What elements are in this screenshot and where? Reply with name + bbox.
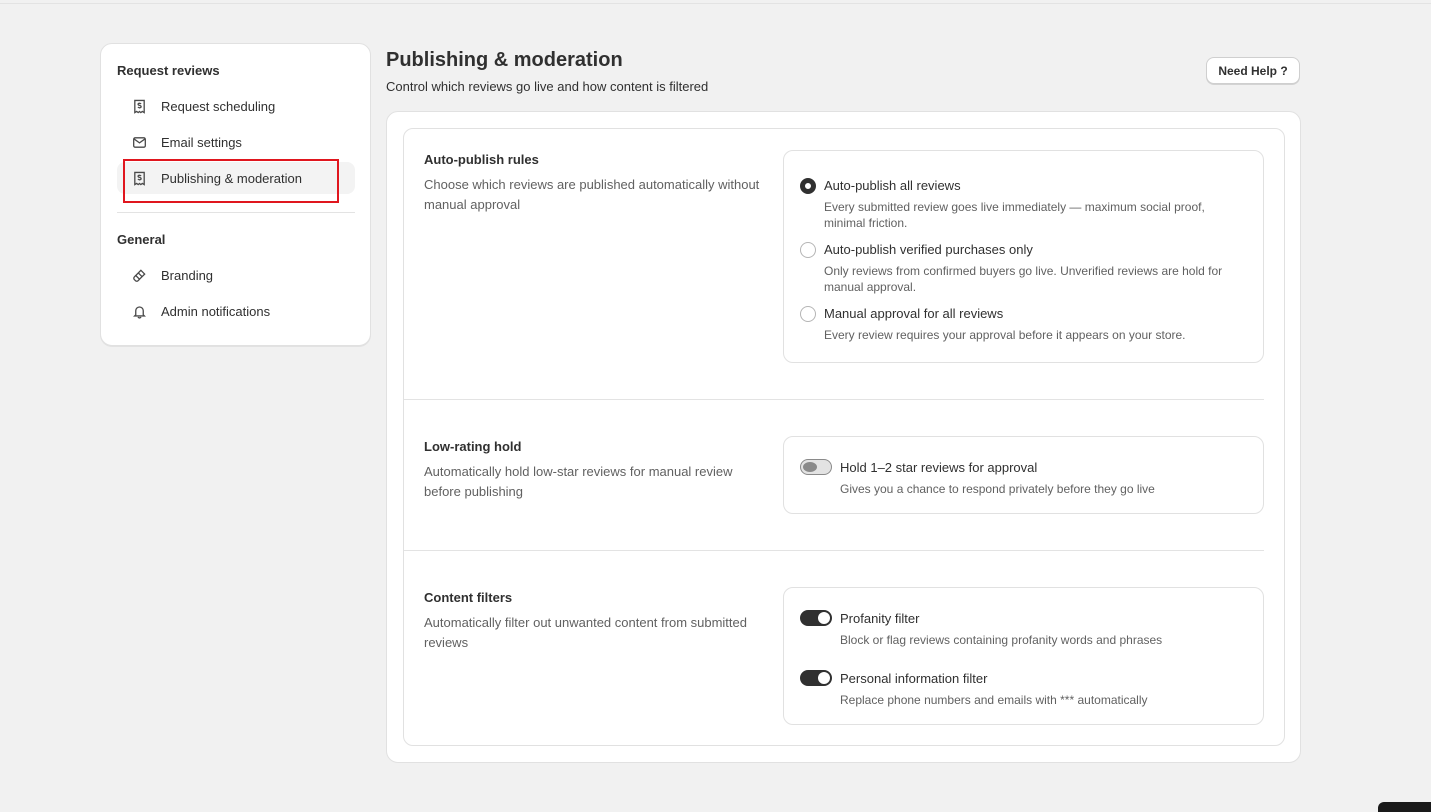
radio-label: Manual approval for all reviews	[824, 306, 1004, 321]
sidebar-divider	[117, 212, 355, 213]
sidebar-group-title-general: General	[117, 232, 166, 247]
receipt-dollar-icon	[131, 170, 147, 186]
personal-info-filter-toggle[interactable]	[800, 670, 832, 686]
sidebar-item-request-scheduling[interactable]: Request scheduling	[117, 90, 355, 122]
section-divider	[404, 550, 1264, 551]
content-filters-options: Profanity filter Block or flag reviews c…	[783, 587, 1264, 725]
radio-button[interactable]	[800, 306, 816, 322]
toggle-label: Personal information filter	[840, 671, 988, 686]
bell-icon	[131, 303, 147, 319]
low-rating-title: Low-rating hold	[424, 439, 522, 454]
radio-help-text: Only reviews from confirmed buyers go li…	[824, 264, 1223, 294]
settings-card: Auto-publish rules Choose which reviews …	[386, 111, 1301, 763]
content-filters-title: Content filters	[424, 590, 513, 605]
sidebar-item-label: Branding	[161, 267, 214, 283]
toggle-help-text: Replace phone numbers and emails with **…	[840, 693, 1148, 707]
auto-publish-options: Auto-publish all reviews Every submitted…	[783, 150, 1264, 363]
receipt-dollar-icon	[131, 98, 147, 114]
radio-label: Auto-publish verified purchases only	[824, 242, 1033, 257]
radio-help-text: Every submitted review goes live immedia…	[824, 200, 1205, 230]
toggle-label: Profanity filter	[840, 611, 920, 626]
content-filters-description: Automatically filter out unwanted conten…	[424, 615, 747, 650]
radio-auto-publish-all[interactable]: Auto-publish all reviews Every submitted…	[800, 178, 1240, 230]
toggle-help-text: Block or flag reviews containing profani…	[840, 633, 1163, 647]
sidebar-item-label: Email settings	[161, 134, 242, 150]
corner-widget-tab[interactable]	[1378, 802, 1431, 812]
sidebar-item-email-settings[interactable]: Email settings	[117, 126, 355, 158]
sidebar-item-publishing-moderation[interactable]: Publishing & moderation	[117, 162, 355, 194]
sidebar-item-label: Admin notifications	[161, 303, 271, 319]
email-icon	[131, 134, 147, 150]
radio-manual-approval[interactable]: Manual approval for all reviews Every re…	[800, 306, 1240, 342]
radio-button-checked[interactable]	[800, 178, 816, 194]
need-help-button[interactable]: Need Help ?	[1206, 57, 1300, 84]
sidebar-item-branding[interactable]: Branding	[117, 259, 355, 291]
sidebar-group-title-request-reviews: Request reviews	[117, 63, 220, 78]
toggle-label: Hold 1–2 star reviews for approval	[840, 460, 1038, 475]
toggle-help-text: Gives you a chance to respond privately …	[840, 482, 1155, 496]
page-subtitle: Control which reviews go live and how co…	[386, 79, 709, 94]
sidebar-item-label: Request scheduling	[161, 98, 276, 114]
paint-brush-icon	[131, 267, 147, 283]
radio-auto-publish-verified[interactable]: Auto-publish verified purchases only Onl…	[800, 242, 1240, 294]
low-rating-description: Automatically hold low-star reviews for …	[424, 464, 733, 499]
hold-low-rating-toggle[interactable]	[800, 459, 832, 475]
sidebar-item-label: Publishing & moderation	[161, 170, 302, 186]
page-title: Publishing & moderation	[386, 49, 623, 71]
sidebar-item-admin-notifications[interactable]: Admin notifications	[117, 295, 355, 327]
profanity-filter-toggle[interactable]	[800, 610, 832, 626]
low-rating-options: Hold 1–2 star reviews for approval Gives…	[783, 436, 1264, 514]
auto-publish-title: Auto-publish rules	[424, 152, 539, 167]
settings-sidebar: Request reviews Request scheduling Email…	[100, 43, 371, 346]
top-border	[0, 3, 1431, 4]
section-divider	[404, 399, 1264, 400]
settings-inner-card: Auto-publish rules Choose which reviews …	[403, 128, 1285, 746]
radio-button[interactable]	[800, 242, 816, 258]
radio-label: Auto-publish all reviews	[824, 178, 961, 193]
radio-help-text: Every review requires your approval befo…	[824, 328, 1186, 342]
auto-publish-description: Choose which reviews are published autom…	[424, 177, 760, 212]
